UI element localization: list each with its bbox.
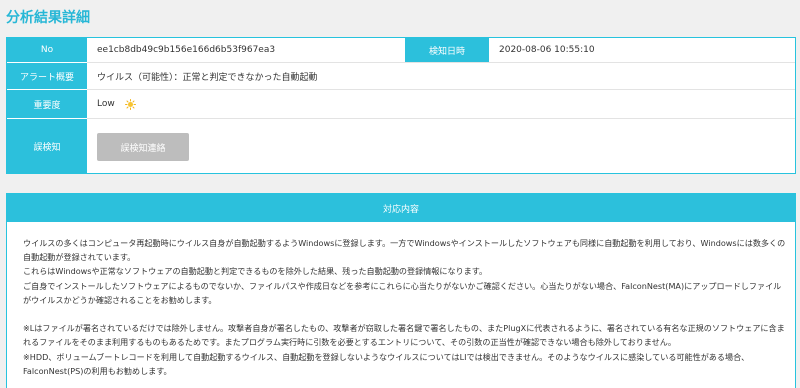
detected-value: 2020-08-06 10:55:10 <box>499 45 595 55</box>
row-severity: 重要度 Low <box>7 90 795 118</box>
severity-value: Low <box>97 99 115 109</box>
severity-label: 重要度 <box>7 90 87 118</box>
action-body: ウイルスの多くはコンピュータ再起動時にウイルス自身が自動起動するようWindow… <box>23 236 787 378</box>
action-paragraph-5: ※HDD、ボリュームブートレコードを利用して自動起動するウイルス、自動起動を登録… <box>23 351 750 376</box>
false-positive-label: 誤検知 <box>7 119 87 173</box>
detected-label: 検知日時 <box>405 38 489 62</box>
action-header: 対応内容 <box>7 194 795 222</box>
alert-value: ウイルス（可能性）：正常と判定できなかった自動起動 <box>97 72 318 83</box>
action-paragraph-3: ご自身でインストールしたソフトウェアによるものでないか、ファイルパスや作成日など… <box>23 280 782 305</box>
sun-icon <box>124 98 136 110</box>
action-paragraph-4: ※Lはファイルが署名されているだけでは除外しません。攻撃者自身が署名したもの、攻… <box>23 323 785 348</box>
row-no: No ee1cb8db49c9b156e166d6b53f967ea3 検知日時… <box>7 38 795 62</box>
action-paragraph-1: ウイルスの多くはコンピュータ再起動時にウイルス自身が自動起動するようWindow… <box>23 238 786 263</box>
alert-label: アラート概要 <box>7 63 87 89</box>
action-panel: 対応内容 ウイルスの多くはコンピュータ再起動時にウイルス自身が自動起動するようW… <box>6 193 796 388</box>
severity-value-wrap: Low <box>97 90 136 118</box>
page-title: 分析結果詳細 <box>6 10 90 26</box>
action-paragraph-2: これらはWindowsや正常なソフトウェアの自動起動と判定できるものを除外した結… <box>23 266 488 277</box>
false-positive-report-button[interactable]: 誤検知連絡 <box>97 133 189 161</box>
row-alert: アラート概要 ウイルス（可能性）：正常と判定できなかった自動起動 <box>7 63 795 89</box>
no-label: No <box>7 38 87 62</box>
detail-table: No ee1cb8db49c9b156e166d6b53f967ea3 検知日時… <box>6 37 796 174</box>
no-value: ee1cb8db49c9b156e166d6b53f967ea3 <box>97 45 276 55</box>
